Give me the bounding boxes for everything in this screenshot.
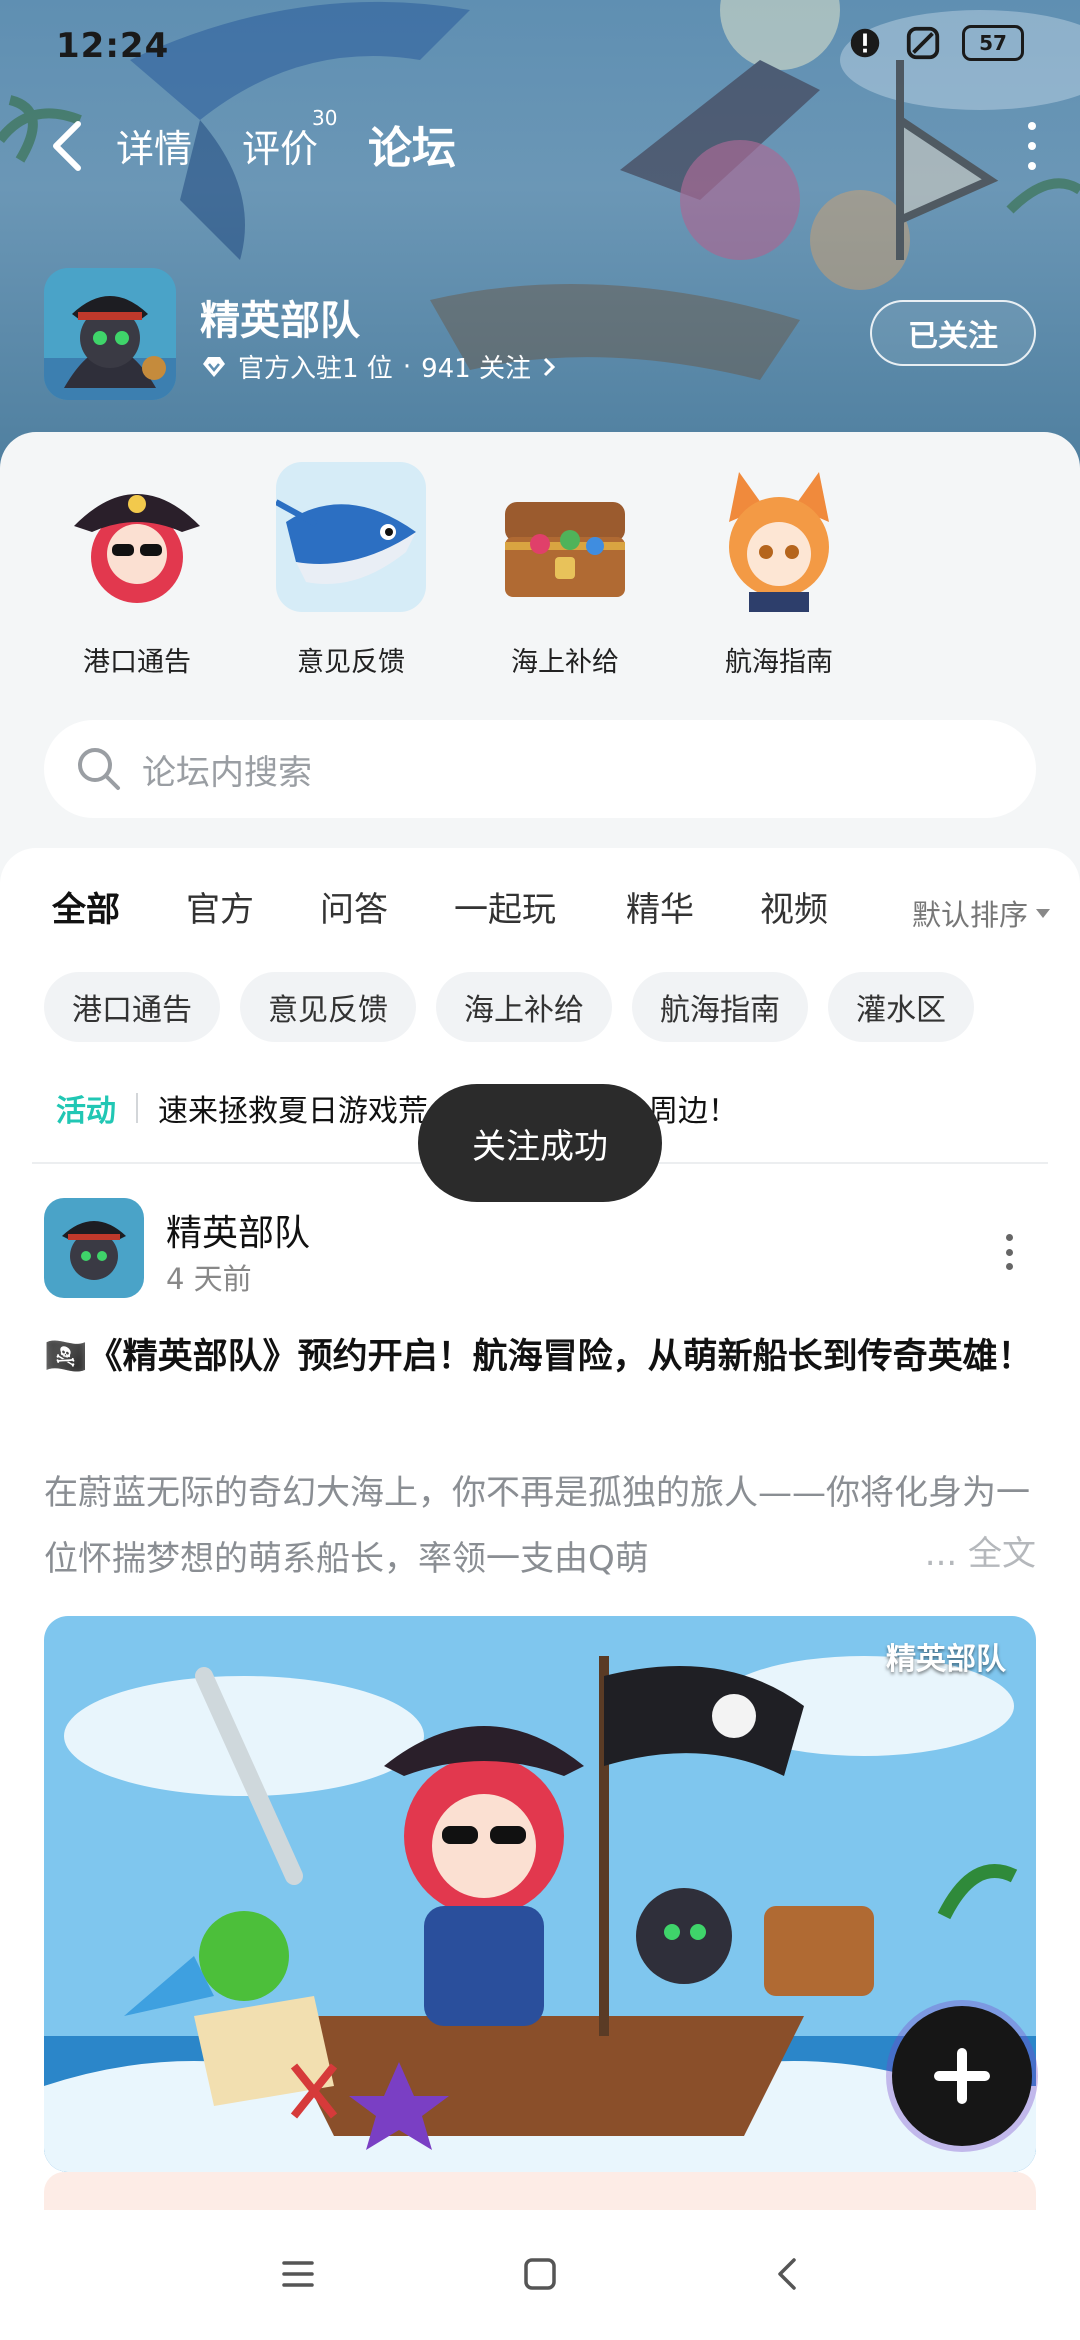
chip-voyage-guide[interactable]: 航海指南 [632, 972, 808, 1042]
section-label: 海上补给 [511, 647, 619, 678]
system-navigation-bar [0, 2210, 1080, 2340]
tab-official[interactable]: 官方 [186, 882, 254, 931]
followers-count: 941 关注 [421, 354, 531, 384]
clock: 12:24 [56, 26, 170, 66]
section-label: 意见反馈 [297, 647, 405, 678]
home-icon[interactable] [520, 2254, 560, 2294]
back-icon[interactable] [768, 2254, 808, 2294]
game-avatar[interactable] [44, 268, 176, 400]
search-input[interactable]: 论坛内搜索 [142, 745, 312, 794]
official-count: 官方入驻1 位 [238, 354, 393, 384]
chip-chat-zone[interactable]: 灌水区 [828, 972, 974, 1042]
post-image[interactable]: 精英部队 [44, 1616, 1036, 2172]
status-icons: 57 [846, 24, 1024, 62]
fox-girl-icon [704, 462, 854, 612]
menu-icon[interactable] [278, 2254, 318, 2294]
section-harbor-notice[interactable]: 港口通告 [30, 462, 244, 679]
section-label: 航海指南 [725, 647, 833, 678]
image-watermark: 精英部队 [886, 1642, 1006, 1677]
chevron-right-icon [543, 357, 556, 376]
section-label: 港口通告 [83, 647, 191, 678]
chip-harbor-notice[interactable]: 港口通告 [44, 972, 220, 1042]
post-more-icon[interactable] [1006, 1234, 1016, 1270]
section-supplies[interactable]: 海上补给 [458, 462, 672, 679]
meta-separator: · [402, 351, 412, 382]
game-title: 精英部队 [200, 298, 360, 344]
search-icon [78, 748, 120, 790]
tab-featured[interactable]: 精华 [626, 882, 694, 931]
tab-videos[interactable]: 视频 [760, 882, 828, 931]
follow-success-toast: 关注成功 [418, 1084, 662, 1202]
sort-dropdown[interactable]: 默认排序 [912, 892, 1050, 934]
topic-chips: 港口通告 意见反馈 海上补给 航海指南 灌水区 [44, 972, 974, 1042]
filter-tabs: 全部 官方 问答 一起玩 精华 视频 [52, 882, 1052, 942]
section-voyage-guide[interactable]: 航海指南 [672, 462, 886, 679]
section-feedback[interactable]: 意见反馈 [244, 462, 458, 679]
tab-all[interactable]: 全部 [52, 882, 120, 933]
create-post-button[interactable] [892, 2006, 1032, 2146]
forum-search-bar[interactable]: 论坛内搜索 [44, 720, 1036, 818]
game-meta[interactable]: 官方入驻1 位 · 941 关注 [200, 348, 557, 385]
forum-sections: 港口通告 意见反馈 海上补给 航海指南 [30, 462, 1050, 679]
post-timestamp: 4 天前 [166, 1262, 252, 1296]
chip-supplies[interactable]: 海上补给 [436, 972, 612, 1042]
tab-reviews[interactable]: 评价 30 [242, 106, 337, 173]
alert-icon [850, 28, 880, 58]
post-excerpt[interactable]: 在蔚蓝无际的奇幻大海上，你不再是孤独的旅人——你将化身为一位怀揣梦想的萌系船长，… [44, 1460, 1036, 1592]
tab-play-together[interactable]: 一起玩 [454, 882, 556, 931]
plus-icon-vertical [957, 2048, 967, 2104]
tab-forum[interactable]: 论坛 [368, 112, 456, 176]
no-disturb-icon [906, 26, 940, 60]
forum-panel: 港口通告 意见反馈 海上补给 航海指南 论坛内搜索 [0, 432, 1080, 872]
sort-label: 默认排序 [911, 898, 1028, 932]
more-options-icon[interactable] [1022, 122, 1042, 170]
game-header: 12:24 57 详情 评价 30 论坛 精英部队 官方入驻1 位 · 941 关… [0, 0, 1080, 470]
activity-separator [136, 1093, 138, 1123]
diamond-icon [203, 356, 225, 377]
swordfish-icon [274, 462, 426, 612]
read-more-link[interactable]: ... 全文 [904, 1526, 1036, 1575]
back-arrow-icon[interactable] [44, 116, 94, 176]
pirate-crew-illustration [44, 1616, 1036, 2172]
caret-down-icon [1036, 908, 1050, 918]
reviews-count-badge: 30 [312, 106, 338, 130]
follow-button[interactable]: 已关注 [870, 300, 1036, 366]
pirate-girl-icon [62, 462, 212, 612]
post-author[interactable]: 精英部队 [166, 1204, 310, 1256]
top-navigation: 详情 评价 30 论坛 [0, 100, 1080, 190]
activity-text-tail: 周边！ [648, 1094, 738, 1129]
battery-icon: 57 [962, 25, 1024, 61]
author-avatar[interactable] [44, 1198, 144, 1298]
chip-feedback[interactable]: 意见反馈 [240, 972, 416, 1042]
tab-details[interactable]: 详情 [116, 118, 192, 173]
tab-qa[interactable]: 问答 [320, 882, 388, 931]
treasure-chest-icon [490, 462, 640, 612]
status-bar: 12:24 57 [0, 0, 1080, 96]
post-title[interactable]: 🏴‍☠️《精英部队》预约开启！航海冒险，从萌新船长到传奇英雄！ [44, 1326, 1036, 1388]
tab-reviews-label: 评价 [242, 127, 319, 171]
activity-tag: 活动 [56, 1094, 116, 1129]
activity-text: 速来拯救夏日游戏荒 [158, 1094, 428, 1129]
